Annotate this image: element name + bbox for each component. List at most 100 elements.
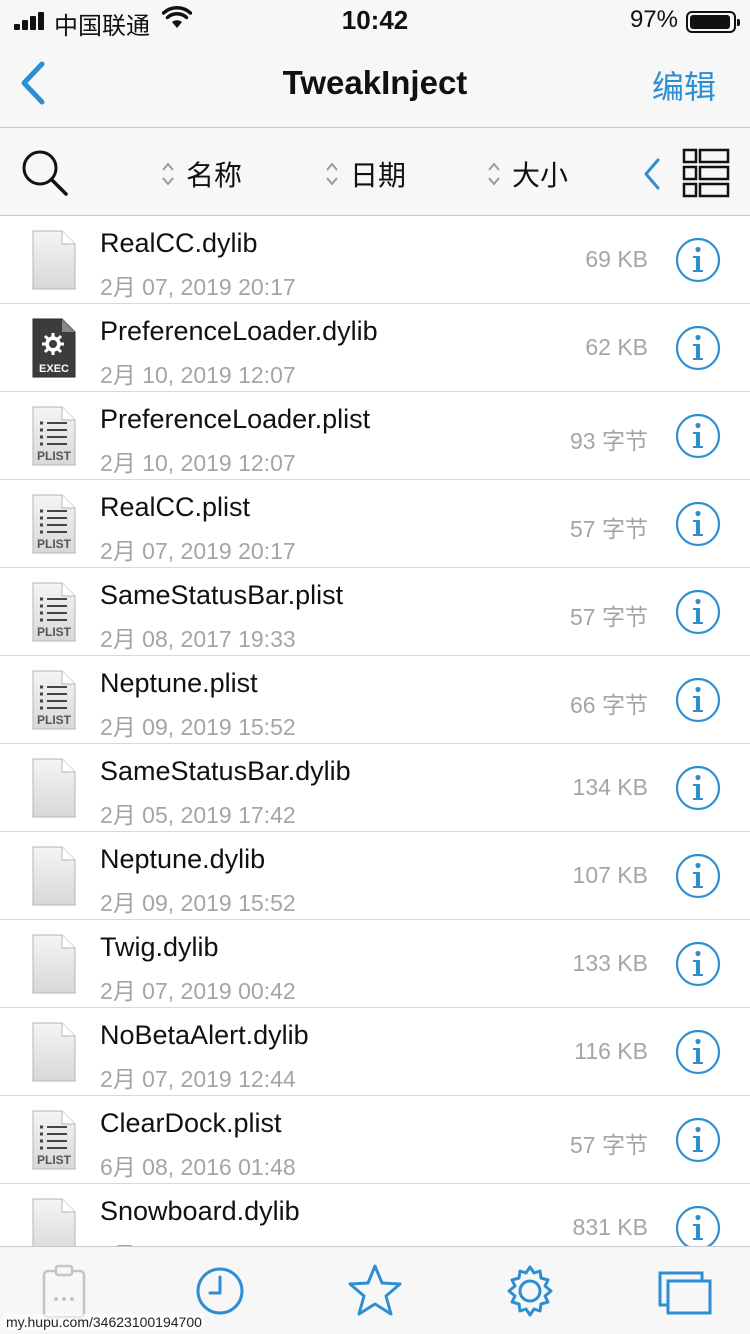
file-date: 6月 08, 2016 01:48	[100, 1154, 296, 1180]
file-date: 2月 09, 2019 15:52	[100, 890, 296, 916]
file-size: 57 字节	[570, 516, 648, 542]
info-icon[interactable]	[675, 853, 721, 899]
file-row[interactable]: Twig.dylib 2月 07, 2019 00:42 133 KB	[0, 920, 750, 1008]
file-name: RealCC.plist	[100, 492, 251, 522]
search-icon[interactable]	[20, 148, 70, 198]
file-row[interactable]: PLIST SameStatusBar.plist 2月 08, 2017 19…	[0, 568, 750, 656]
file-size: 57 字节	[570, 1132, 648, 1158]
settings-gear-icon[interactable]	[500, 1261, 560, 1321]
plist-badge-label: PLIST	[37, 537, 72, 551]
plist-badge-label: PLIST	[37, 449, 72, 463]
file-name: Neptune.dylib	[100, 844, 266, 874]
chevron-left-icon[interactable]	[640, 154, 664, 194]
file-size: 62 KB	[585, 334, 648, 360]
file-date: 2月 10, 2019 12:07	[100, 450, 296, 476]
plist-file-icon: PLIST	[32, 406, 76, 466]
blank-file-icon	[32, 230, 76, 290]
file-size: 107 KB	[572, 862, 648, 888]
clipboard-icon[interactable]	[34, 1261, 94, 1321]
file-date: 2月 07, 2019 00:42	[100, 978, 296, 1004]
file-date: 2月 05, 2019 17:42	[100, 802, 296, 828]
navigation-bar: TweakInject 编辑	[0, 40, 750, 128]
info-icon[interactable]	[675, 501, 721, 547]
file-list: RealCC.dylib 2月 07, 2019 20:17 69 KB EXE…	[0, 216, 750, 1246]
exec-badge-label: EXEC	[39, 363, 69, 375]
file-date: 2月 10, 2019 12:07	[100, 362, 296, 388]
file-row[interactable]: SameStatusBar.dylib 2月 05, 2019 17:42 13…	[0, 744, 750, 832]
watermark-text: my.hupu.com/34623100194700	[4, 1314, 204, 1330]
file-size: 57 字节	[570, 604, 648, 630]
plist-file-icon: PLIST	[32, 582, 76, 642]
file-date: 2月 07, 2019 20:17	[100, 538, 296, 564]
info-icon[interactable]	[675, 413, 721, 459]
file-size: 93 字节	[570, 428, 648, 454]
file-size: 116 KB	[574, 1038, 648, 1064]
sort-name-label: 名称	[186, 160, 243, 191]
file-name: SameStatusBar.plist	[100, 580, 344, 610]
sort-arrows-icon	[488, 162, 500, 186]
blank-file-icon	[32, 1022, 76, 1082]
exec-file-icon: EXEC	[32, 318, 76, 378]
battery-percentage: 97%	[629, 6, 678, 33]
file-name: Snowboard.dylib	[100, 1196, 300, 1226]
sort-date-label: 日期	[350, 160, 407, 191]
edit-button[interactable]: 编辑	[652, 62, 716, 108]
file-name: PreferenceLoader.plist	[100, 404, 371, 434]
sort-arrows-icon	[326, 162, 338, 186]
file-name: SameStatusBar.dylib	[100, 756, 351, 786]
file-row[interactable]: PLIST RealCC.plist 2月 07, 2019 20:17 57 …	[0, 480, 750, 568]
info-icon[interactable]	[675, 1205, 721, 1246]
battery-icon	[686, 11, 740, 33]
windows-icon[interactable]	[656, 1261, 716, 1321]
file-name: RealCC.dylib	[100, 228, 258, 258]
blank-file-icon	[32, 758, 76, 818]
file-name: NoBetaAlert.dylib	[100, 1020, 309, 1050]
info-icon[interactable]	[675, 237, 721, 283]
favorites-star-icon[interactable]	[345, 1261, 405, 1321]
file-size: 134 KB	[572, 774, 648, 800]
info-icon[interactable]	[675, 677, 721, 723]
file-name: Neptune.plist	[100, 668, 258, 698]
info-icon[interactable]	[675, 589, 721, 635]
blank-file-icon	[32, 1198, 76, 1246]
file-date: 2月 09, 2019 15:52	[100, 714, 296, 740]
file-date: 2月 07, 2019 12:44	[100, 1066, 296, 1092]
file-row[interactable]: Snowboard.dylib 2月 05, 2019 20:05 831 KB	[0, 1184, 750, 1246]
file-size: 133 KB	[572, 950, 648, 976]
file-row[interactable]: PLIST ClearDock.plist 6月 08, 2016 01:48 …	[0, 1096, 750, 1184]
info-icon[interactable]	[675, 1029, 721, 1075]
file-row[interactable]: NoBetaAlert.dylib 2月 07, 2019 12:44 116 …	[0, 1008, 750, 1096]
history-clock-icon[interactable]	[190, 1261, 250, 1321]
file-name: Twig.dylib	[100, 932, 219, 962]
page-title: TweakInject	[282, 64, 468, 101]
blank-file-icon	[32, 934, 76, 994]
file-size: 69 KB	[585, 246, 648, 272]
sort-by-size-button[interactable]: 大小	[486, 154, 568, 194]
plist-badge-label: PLIST	[37, 625, 72, 639]
sort-by-date-button[interactable]: 日期	[324, 154, 406, 194]
file-row[interactable]: PLIST PreferenceLoader.plist 2月 10, 2019…	[0, 392, 750, 480]
plist-file-icon: PLIST	[32, 670, 76, 730]
sort-by-name-button[interactable]: 名称	[160, 154, 242, 194]
plist-file-icon: PLIST	[32, 494, 76, 554]
file-size: 66 字节	[570, 692, 648, 718]
info-icon[interactable]	[675, 325, 721, 371]
file-date: 2月 05, 2019 20:05	[100, 1236, 296, 1246]
file-row[interactable]: Neptune.dylib 2月 09, 2019 15:52 107 KB	[0, 832, 750, 920]
file-row[interactable]: EXEC PreferenceLoader.dylib 2月 10, 2019 …	[0, 304, 750, 392]
file-row[interactable]: PLIST Neptune.plist 2月 09, 2019 15:52 66…	[0, 656, 750, 744]
sort-size-label: 大小	[512, 160, 569, 191]
file-date: 2月 07, 2019 20:17	[100, 274, 296, 300]
info-icon[interactable]	[675, 941, 721, 987]
file-name: PreferenceLoader.dylib	[100, 316, 378, 346]
plist-badge-label: PLIST	[37, 1153, 72, 1167]
file-row[interactable]: RealCC.dylib 2月 07, 2019 20:17 69 KB	[0, 216, 750, 304]
info-icon[interactable]	[675, 1117, 721, 1163]
view-mode-grid-icon[interactable]	[682, 148, 730, 198]
status-bar: 中国联通 10:42 97%	[0, 0, 750, 40]
blank-file-icon	[32, 846, 76, 906]
sort-toolbar: 名称 日期 大小	[0, 128, 750, 216]
plist-file-icon: PLIST	[32, 1110, 76, 1170]
file-date: 2月 08, 2017 19:33	[100, 626, 296, 652]
info-icon[interactable]	[675, 765, 721, 811]
